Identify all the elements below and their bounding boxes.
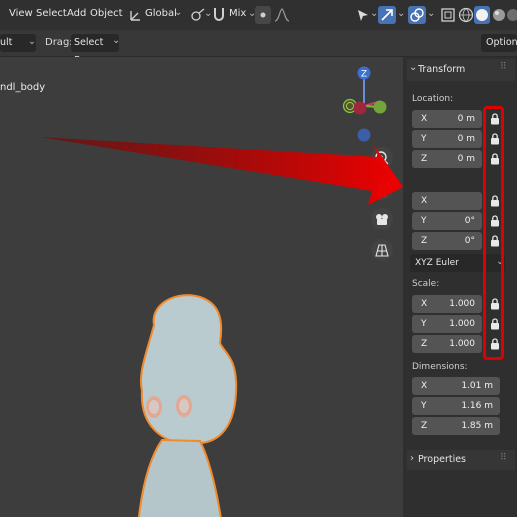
- properties-panel-header[interactable]: › Properties ⠿: [407, 450, 515, 470]
- axis-label: Y: [421, 401, 427, 411]
- field-value: 1.85 m: [461, 421, 493, 431]
- transform-title: Transform: [418, 64, 466, 75]
- rotation-y-field[interactable]: Y 0°: [412, 212, 482, 230]
- field-value: 0 m: [457, 154, 475, 164]
- field-value: 1.000: [449, 319, 475, 329]
- location-x-field[interactable]: X 0 m: [412, 110, 482, 128]
- axis-label: X: [421, 114, 428, 124]
- properties-title: Properties: [418, 454, 467, 465]
- location-z-field[interactable]: Z 0 m: [412, 150, 482, 168]
- menu-add[interactable]: Add: [67, 8, 86, 19]
- solid-shading-button[interactable]: [474, 6, 490, 24]
- mode-value: ult: [0, 37, 13, 48]
- scale-x-field[interactable]: X 1.000: [412, 295, 482, 313]
- options-button[interactable]: Options: [481, 34, 517, 52]
- chevron-down-icon: ⌄: [427, 8, 436, 19]
- field-value: 0 m: [457, 134, 475, 144]
- axis-label: Y: [421, 134, 427, 144]
- circle-dot-icon: [260, 12, 266, 18]
- snap-icon[interactable]: [212, 6, 226, 24]
- viewport-header: View Select Add Object Global ⌄ ⌄ Mix ⌄ …: [0, 0, 517, 30]
- chevron-down-icon: ⌄: [28, 36, 36, 47]
- solid-sphere-icon: [476, 9, 488, 21]
- axis-label: Z: [421, 154, 428, 164]
- rendered-shading-icon[interactable]: [506, 7, 517, 23]
- chevron-down-icon: ⌄: [397, 8, 406, 19]
- field-value: 1.000: [449, 339, 475, 349]
- drag-handle-icon[interactable]: ⠿: [500, 62, 507, 72]
- field-value: 0 m: [457, 114, 475, 124]
- field-value: 1.01 m: [461, 381, 493, 391]
- scale-label: Scale:: [412, 279, 440, 289]
- falloff-curve-icon[interactable]: [273, 6, 291, 24]
- dimensions-label: Dimensions:: [412, 362, 468, 372]
- shading-mix-label[interactable]: Mix: [229, 8, 246, 19]
- xray-toggle-icon[interactable]: [440, 7, 456, 23]
- 3d-viewport[interactable]: ndl_body Z: [0, 57, 403, 517]
- axis-label: Y: [421, 319, 427, 329]
- drag-label: Drag:: [45, 37, 73, 48]
- axis-label: X: [421, 196, 428, 206]
- rotation-mode-value: XYZ Euler: [415, 258, 459, 268]
- sidebar-panel: ⌄ Transform ⠿ Location: X 0 m Y 0 m Z 0 m X…: [403, 57, 517, 517]
- field-value: 0°: [464, 216, 475, 226]
- chevron-down-icon: ⌄: [409, 62, 418, 73]
- chevron-down-icon: ⌄: [112, 35, 121, 46]
- proportional-editing-toggle[interactable]: [255, 6, 271, 24]
- annotation-arrow: [40, 137, 403, 205]
- menu-object[interactable]: Object: [90, 8, 123, 19]
- axis-label: Z: [421, 421, 428, 431]
- axis-label: Z: [421, 339, 428, 349]
- options-label: Options: [486, 37, 517, 48]
- rotation-x-field[interactable]: X: [412, 192, 482, 210]
- drag-handle-icon[interactable]: ⠿: [500, 453, 507, 463]
- orientation-dropdown[interactable]: Global ⌄: [128, 6, 183, 24]
- menu-select[interactable]: Select: [36, 8, 67, 19]
- rotation-z-field[interactable]: Z 0°: [412, 232, 482, 250]
- scale-z-field[interactable]: Z 1.000: [412, 335, 482, 353]
- gizmo-toggle[interactable]: [378, 6, 396, 24]
- gizmo-arrow-icon: [381, 9, 393, 21]
- mode-dropdown[interactable]: ult ⌄: [0, 34, 36, 52]
- scale-y-field[interactable]: Y 1.000: [412, 315, 482, 333]
- field-value: 1.000: [449, 299, 475, 309]
- axis-label: X: [421, 299, 428, 309]
- dimensions-y-field[interactable]: Y 1.16 m: [412, 397, 500, 415]
- axis-label: Y: [421, 216, 427, 226]
- overlay-circles-icon: [410, 8, 424, 22]
- wireframe-shading-icon[interactable]: [458, 7, 474, 23]
- tool-settings-header: ult ⌄ Drag: Select Box ⌄ Options: [0, 30, 517, 66]
- orientation-icon: [130, 11, 140, 21]
- dimensions-x-field[interactable]: X 1.01 m: [412, 377, 500, 395]
- chevron-down-icon: ⌄: [174, 7, 183, 18]
- menu-view[interactable]: View: [9, 8, 33, 19]
- transform-panel-header[interactable]: ⌄ Transform ⠿: [407, 59, 515, 81]
- field-value: 0°: [464, 236, 475, 246]
- material-preview-icon[interactable]: [492, 7, 506, 23]
- location-label: Location:: [412, 94, 454, 104]
- dimensions-z-field[interactable]: Z 1.85 m: [412, 417, 500, 435]
- chevron-right-icon: ›: [410, 453, 414, 464]
- field-value: 1.16 m: [461, 401, 493, 411]
- visibility-selectability-icon[interactable]: [355, 6, 371, 24]
- axis-label: Z: [421, 236, 428, 246]
- orientation-label: Global: [145, 8, 177, 19]
- overlays-toggle[interactable]: [408, 6, 426, 24]
- axis-label: X: [421, 381, 428, 391]
- location-y-field[interactable]: Y 0 m: [412, 130, 482, 148]
- lock-highlight-box: [483, 106, 504, 360]
